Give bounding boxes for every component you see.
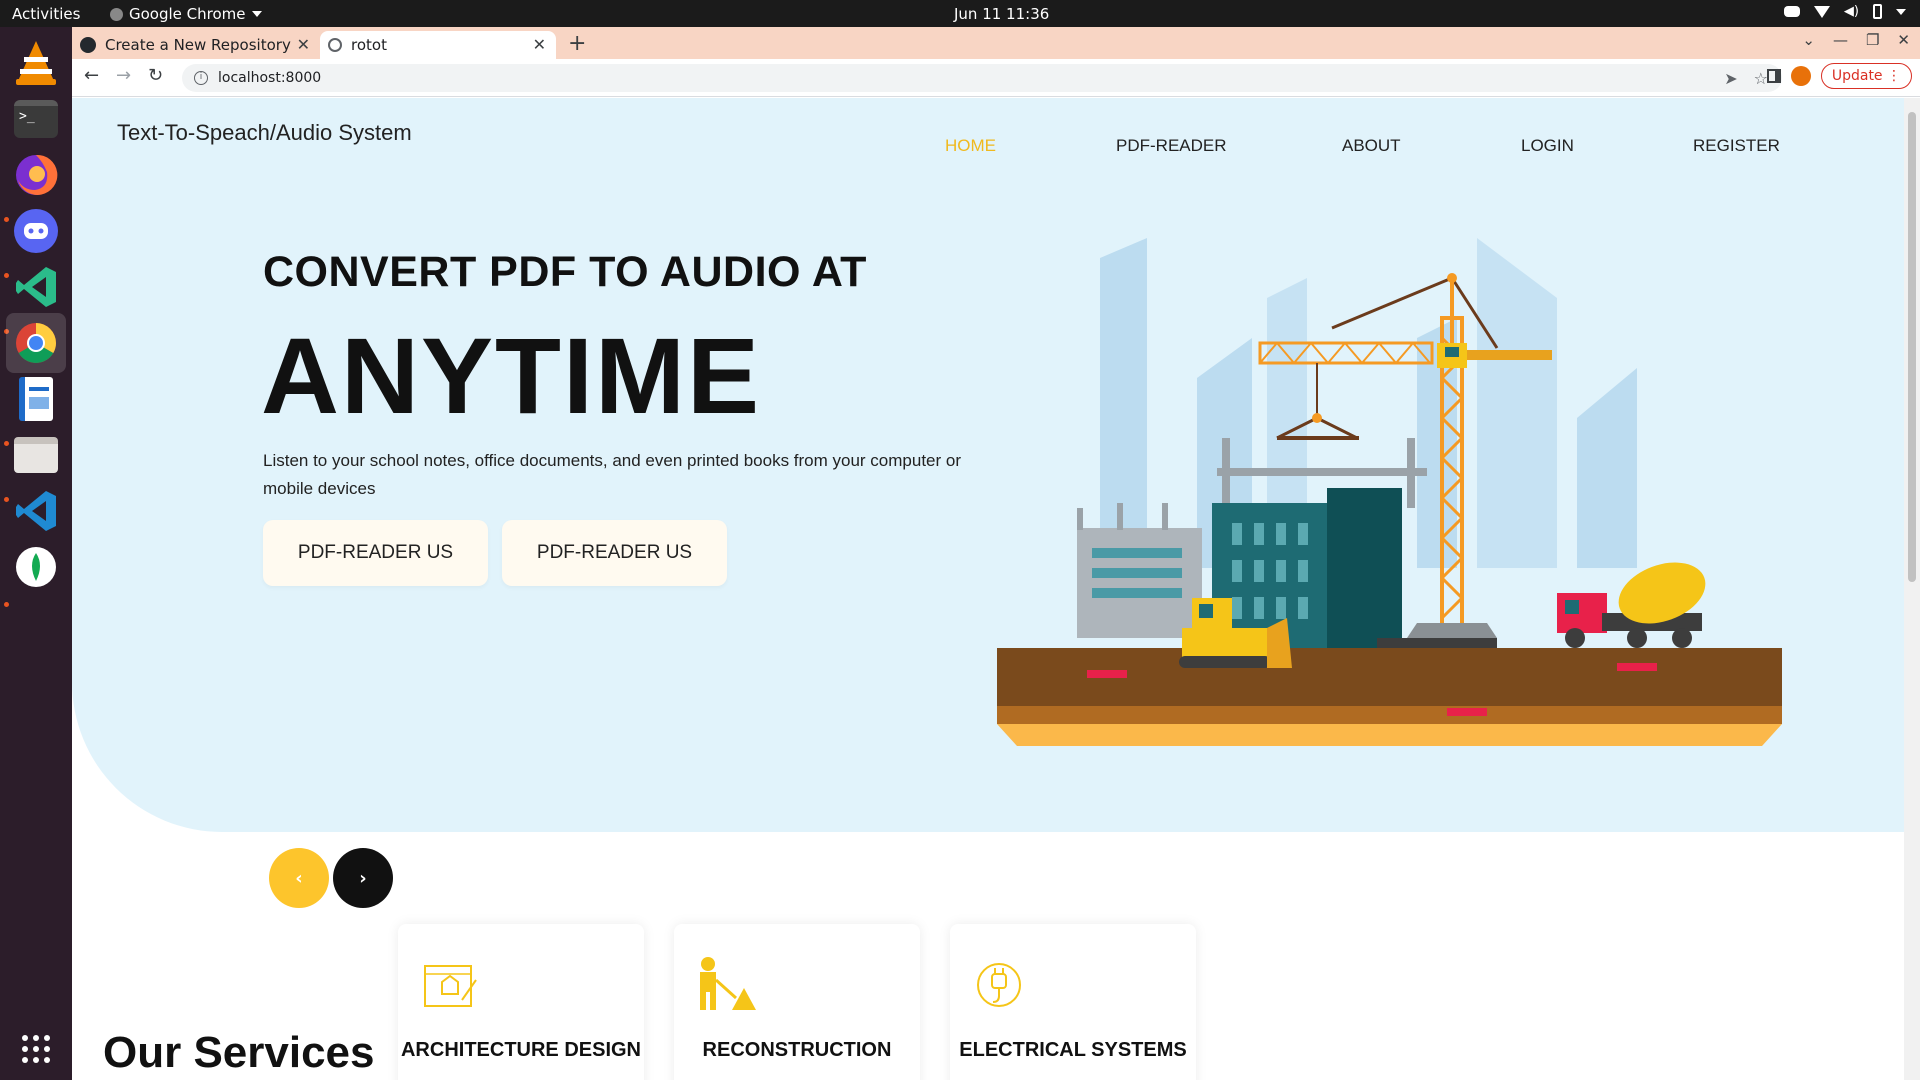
hero-button-1[interactable]: PDF-READER US (263, 520, 488, 586)
address-bar[interactable]: i localhost:8000 ➤ ☆ (182, 64, 1782, 92)
tab-github[interactable]: Create a New Repository ✕ (72, 31, 320, 59)
plug-icon (977, 963, 1021, 1007)
app-menu[interactable]: Google Chrome (110, 5, 262, 23)
dock-terminal[interactable]: >_ (6, 89, 66, 149)
dock-chrome[interactable] (6, 313, 66, 373)
network-icon (1813, 5, 1830, 18)
writer-icon (19, 377, 53, 421)
tab-title: Create a New Repository (105, 36, 291, 54)
nav-register[interactable]: REGISTER (1693, 136, 1780, 156)
tab-search-icon[interactable]: ⌄ (1802, 31, 1815, 49)
globe-icon (328, 38, 342, 52)
hero-description: Listen to your school notes, office docu… (263, 451, 962, 498)
side-panel-icon[interactable] (1766, 69, 1781, 83)
service-card-title: RECONSTRUCTION (702, 1039, 892, 1061)
carousel-prev-button[interactable]: ‹ (269, 848, 329, 908)
page-scrollbar[interactable] (1904, 98, 1920, 1080)
services-heading: Our Services (103, 1028, 375, 1077)
url-text: localhost:8000 (218, 70, 322, 86)
forward-button[interactable]: → (116, 65, 131, 86)
dock-firefox[interactable] (6, 145, 66, 205)
worker-icon (700, 957, 756, 1010)
volume-icon: ◀) (1843, 4, 1859, 19)
vlc-icon (16, 41, 56, 85)
new-tab-button[interactable]: + (568, 31, 586, 56)
github-icon (80, 37, 96, 53)
activities-button[interactable]: Activities (12, 5, 80, 23)
update-label: Update (1831, 68, 1883, 84)
reload-button[interactable]: ↻ (148, 65, 163, 86)
discord-icon (14, 209, 58, 253)
maximize-button[interactable]: ❐ (1866, 31, 1879, 49)
vscodium-icon (16, 267, 56, 307)
bookmark-star-icon[interactable]: ☆ (1754, 69, 1768, 88)
system-menu-chevron-icon (1896, 8, 1906, 15)
nav-login[interactable]: LOGIN (1521, 136, 1574, 156)
service-card-architecture[interactable]: ARCHITECTURE DESIGN (398, 924, 644, 1080)
hero-title: ANYTIME (261, 315, 761, 436)
chrome-small-icon (110, 7, 123, 21)
omnibox-actions: ➤ ☆ (1724, 69, 1768, 88)
back-button[interactable]: ← (84, 65, 99, 86)
clock[interactable]: Jun 11 11:36 (954, 5, 1049, 23)
firefox-icon (16, 154, 58, 195)
dock-files[interactable] (6, 425, 66, 485)
close-tab-icon[interactable]: ✕ (533, 35, 546, 54)
system-tray[interactable]: ◀) (1783, 4, 1906, 19)
close-tab-icon[interactable]: ✕ (297, 35, 310, 54)
nav-pdf-reader[interactable]: PDF-READER (1116, 136, 1227, 156)
dock-mongodb-compass[interactable] (6, 537, 66, 597)
dock-vlc[interactable] (6, 33, 66, 93)
toolbar-right: Update ⋮ (1766, 63, 1912, 89)
browser-toolbar: ← → ↻ i localhost:8000 ➤ ☆ Update ⋮ (72, 59, 1920, 97)
battery-icon (1873, 4, 1882, 19)
blueprint-icon (424, 965, 477, 1007)
discord-tray-icon (1783, 6, 1800, 17)
chevron-left-icon: ‹ (295, 867, 303, 889)
chevron-right-icon: › (359, 867, 367, 889)
mongodb-icon (16, 547, 56, 587)
window-controls: ⌄ — ❐ ✕ (1802, 31, 1910, 49)
site-brand[interactable]: Text-To-Speach/Audio System (117, 120, 412, 146)
update-button[interactable]: Update ⋮ (1820, 63, 1912, 89)
nav-about[interactable]: ABOUT (1342, 136, 1401, 156)
service-card-electrical[interactable]: ELECTRICAL SYSTEMS (950, 924, 1196, 1080)
chevron-down-icon (251, 11, 262, 17)
dock: >_ (0, 27, 72, 1080)
profile-avatar[interactable] (1790, 66, 1811, 86)
show-applications-button[interactable] (6, 1019, 66, 1079)
dock-discord[interactable] (6, 201, 66, 261)
dock-vscodium[interactable] (6, 257, 66, 317)
service-card-title: ELECTRICAL SYSTEMS (959, 1039, 1187, 1061)
construction-illustration (997, 238, 1782, 746)
dock-vscode[interactable] (6, 481, 66, 541)
minimize-button[interactable]: — (1833, 31, 1848, 49)
vscode-icon (16, 491, 56, 531)
app-menu-label: Google Chrome (129, 5, 246, 23)
chrome-icon (16, 323, 56, 363)
nav-home[interactable]: HOME (945, 136, 996, 156)
service-card-title: ARCHITECTURE DESIGN (400, 1039, 641, 1061)
hero-button-2[interactable]: PDF-READER US (502, 520, 727, 586)
system-top-bar: Activities Google Chrome Jun 11 11:36 ◀) (0, 0, 1920, 27)
info-icon[interactable]: i (194, 71, 208, 85)
service-card-reconstruction[interactable]: RECONSTRUCTION (674, 924, 920, 1080)
hero-subtitle: CONVERT PDF TO AUDIO AT (263, 248, 867, 296)
tab-title: rotot (351, 36, 387, 54)
browser-window: Create a New Repository ✕ rotot ✕ + ⌄ — … (72, 27, 1920, 1080)
page-viewport: Text-To-Speach/Audio System HOME PDF-REA… (72, 98, 1904, 1080)
send-tab-icon[interactable]: ➤ (1724, 69, 1737, 88)
scrollbar-thumb[interactable] (1908, 112, 1916, 582)
terminal-icon: >_ (14, 100, 58, 138)
tab-rotot[interactable]: rotot ✕ (320, 31, 556, 59)
tab-strip: Create a New Repository ✕ rotot ✕ + ⌄ — … (72, 27, 1920, 59)
carousel-next-button[interactable]: › (333, 848, 393, 908)
close-window-button[interactable]: ✕ (1897, 31, 1910, 49)
files-icon (14, 437, 58, 473)
dock-writer[interactable] (6, 369, 66, 429)
app-grid-icon (22, 1035, 50, 1063)
